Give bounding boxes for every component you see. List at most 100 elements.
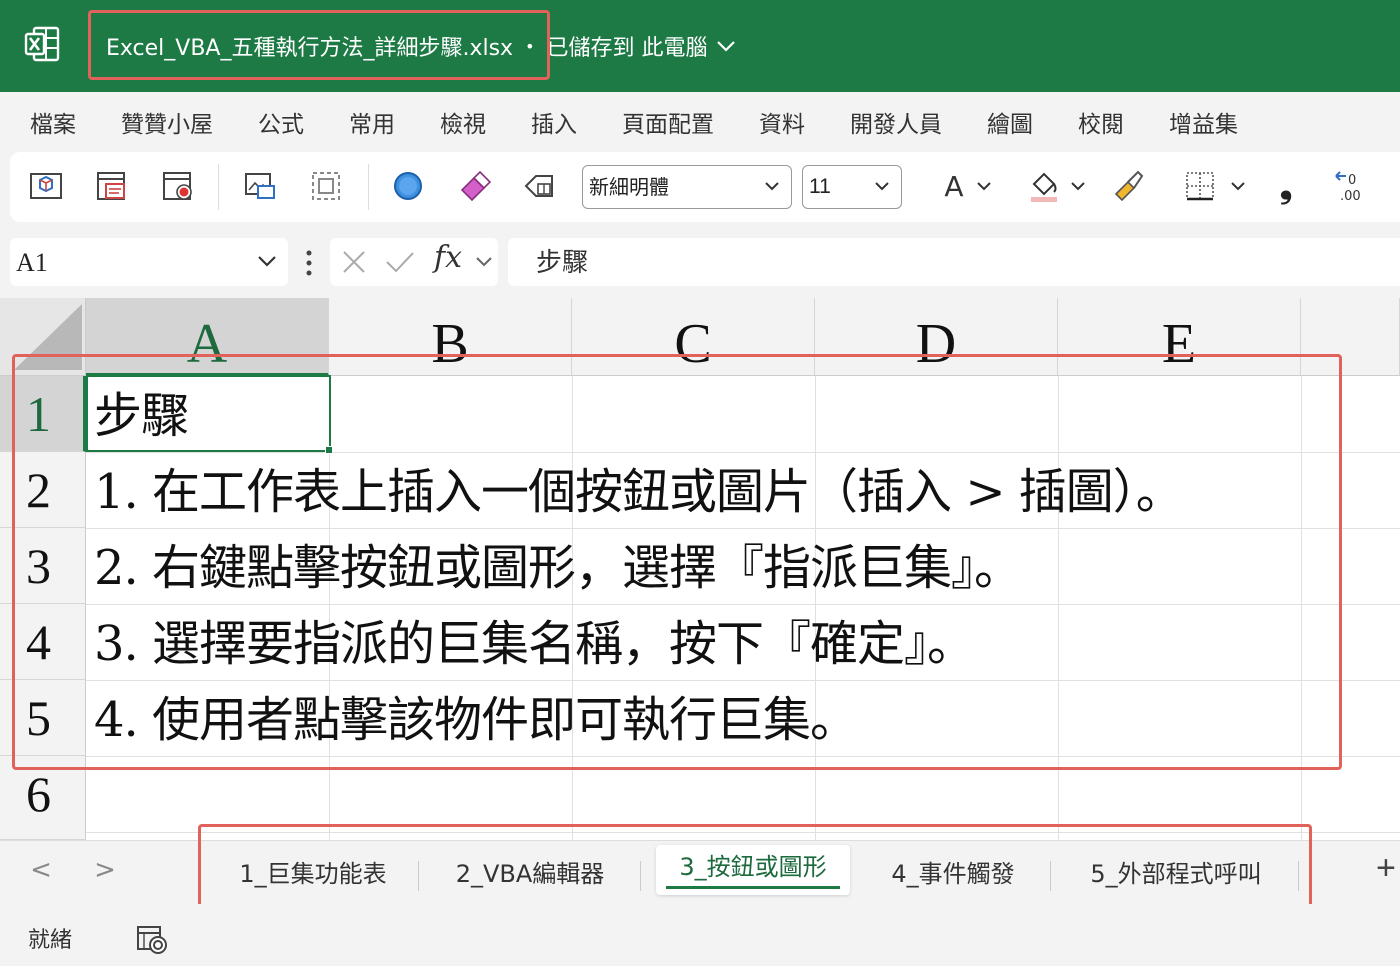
sheet-tab-4[interactable]: 4_事件觸發 [868,851,1038,897]
picture-icon[interactable] [240,166,280,206]
cell-a4[interactable]: 3. 選擇要指派的巨集名稱，按下『確定』。 [94,604,975,680]
chevron-down-icon[interactable] [258,255,276,267]
chevron-down-icon[interactable] [1228,166,1248,206]
fill-handle[interactable] [325,446,333,454]
sheet-tab-1[interactable]: 1_巨集功能表 [220,851,406,897]
tab-divider [418,861,419,891]
decrease-decimal-icon[interactable]: 0.00 [1332,166,1372,206]
form-icon[interactable] [92,166,132,206]
sheet-tab-3[interactable]: 3_按鈕或圖形 [656,845,850,895]
tab-file[interactable]: 檔案 [30,105,76,139]
font-size-value: 11 [809,175,831,198]
title-bar: Excel_VBA_五種執行方法_詳細步驟.xlsx • 已儲存到 此電腦 [0,0,1400,92]
tab-insert[interactable]: 插入 [531,105,577,139]
ribbon-tabs: 檔案 贊贊小屋 公式 常用 檢視 插入 頁面配置 資料 開發人員 繪圖 校閱 增… [0,92,1400,152]
sheet-tab-3-label: 3_按鈕或圖形 [679,853,827,881]
cell-a3[interactable]: 2. 右鍵點擊按鈕或圖形，選擇『指派巨集』。 [94,528,1022,604]
toolbar-divider [368,164,369,210]
tab-developer[interactable]: 開發人員 [850,105,942,139]
excel-logo-icon[interactable] [24,26,60,62]
title-separator: • [525,36,535,56]
active-cell-border[interactable] [86,375,331,452]
toolbar-divider [218,164,219,210]
ribbon-toolbar: 新細明體 11 A ❟ 0.00 [10,152,1400,222]
chevron-down-icon[interactable] [716,39,736,53]
svg-text:.00: .00 [1340,189,1361,204]
font-name-value: 新細明體 [589,175,669,199]
tab-view[interactable]: 檢視 [440,105,486,139]
row-header-2[interactable]: 2 [0,452,86,528]
row-header-5[interactable]: 5 [0,680,86,756]
eraser-icon[interactable] [454,166,494,206]
more-options-icon[interactable] [302,248,316,278]
cell-a5[interactable]: 4. 使用者點擊該物件即可執行巨集。 [94,680,858,756]
chevron-down-icon[interactable] [1068,166,1088,206]
font-size-select[interactable]: 11 [802,165,902,209]
tab-divider [640,861,641,891]
svg-text:0: 0 [1348,173,1356,188]
row-header-1[interactable]: 1 [0,376,86,452]
select-all-button[interactable] [0,298,86,376]
comma-glyph: ❟ [1279,166,1293,205]
accessibility-icon[interactable] [136,924,168,954]
row-header-4[interactable]: 4 [0,604,86,680]
status-ready: 就緒 [28,928,73,953]
comma-style-icon[interactable]: ❟ [1266,166,1306,206]
cell-a2[interactable]: 1. 在工作表上插入一個按鈕或圖片（插入 > 插圖）。 [94,452,1184,528]
grid-line [1058,376,1059,840]
sheet-tab-bar: < > 1_巨集功能表 2_VBA編輯器 3_按鈕或圖形 4_事件觸發 5_外部… [0,840,1400,904]
save-status[interactable]: 已儲存到 此電腦 [547,30,708,62]
chevron-down-icon[interactable] [476,256,492,268]
tab-addins[interactable]: 增益集 [1169,105,1238,139]
grid-line [1301,376,1302,840]
grid-line [86,832,1400,833]
spreadsheet-grid: A B C D E 1 2 3 4 5 6 步驟 1. 在工作表上插入一個按鈕或… [0,298,1400,840]
add-sheet-icon[interactable]: + [1376,849,1396,888]
insert-function-icon[interactable]: fx [434,240,462,275]
format-painter-icon[interactable] [1108,166,1148,206]
column-header-a[interactable]: A [86,298,329,376]
name-box[interactable]: A1 [10,238,288,286]
formula-input[interactable]: 步驟 [508,238,1400,286]
fill-color-icon[interactable] [1024,166,1064,206]
tab-divider [1050,861,1051,891]
font-name-select[interactable]: 新細明體 [582,165,792,209]
select-all-icon [14,304,82,370]
tab-formulas[interactable]: 公式 [258,105,304,139]
sheet-tab-5[interactable]: 5_外部程式呼叫 [1064,851,1288,897]
circle-shape-icon[interactable] [388,166,428,206]
grid-line [86,756,1400,757]
tab-divider [1298,861,1299,891]
chevron-down-icon[interactable] [974,166,994,206]
chevron-down-icon [875,182,889,191]
column-header-d[interactable]: D [815,298,1058,376]
tab-review[interactable]: 校閱 [1078,105,1124,139]
tab-home[interactable]: 常用 [349,105,395,139]
next-sheet-icon[interactable]: > [90,855,120,889]
column-header-e[interactable]: E [1058,298,1301,376]
enter-icon[interactable] [384,248,416,276]
row-header-6[interactable]: 6 [0,756,86,840]
column-header-b[interactable]: B [329,298,572,376]
column-header-f[interactable] [1301,298,1400,376]
cancel-icon[interactable] [340,248,368,276]
select-objects-icon[interactable] [306,166,346,206]
status-bar: 就緒 [0,904,1400,966]
tab-page-layout[interactable]: 頁面配置 [622,105,714,139]
formula-buttons: fx [330,238,498,286]
tab-zanzan[interactable]: 贊贊小屋 [121,105,213,139]
font-color-icon[interactable]: A [934,166,974,206]
3d-model-icon[interactable] [26,166,66,206]
row-header-3[interactable]: 3 [0,528,86,604]
file-name[interactable]: Excel_VBA_五種執行方法_詳細步驟.xlsx [106,30,513,62]
font-color-glyph: A [944,169,964,203]
macro-record-icon[interactable] [158,166,198,206]
column-header-c[interactable]: C [572,298,815,376]
clear-format-icon[interactable] [520,166,560,206]
borders-icon[interactable] [1180,166,1220,206]
tab-data[interactable]: 資料 [759,105,805,139]
sheet-tab-2[interactable]: 2_VBA編輯器 [432,851,628,897]
active-tab-indicator [666,886,840,889]
prev-sheet-icon[interactable]: < [26,855,56,889]
tab-draw[interactable]: 繪圖 [987,105,1033,139]
